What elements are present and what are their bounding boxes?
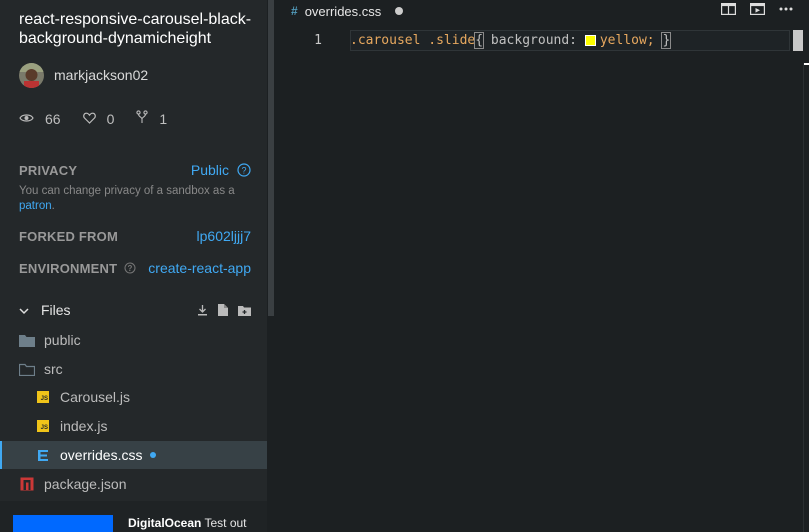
privacy-row: PRIVACY Public ?: [19, 162, 251, 178]
environment-link[interactable]: create-react-app: [148, 260, 251, 276]
privacy-note: You can change privacy of a sandbox as a…: [19, 184, 259, 214]
svg-text:?: ?: [241, 166, 246, 176]
preview-icon[interactable]: [750, 3, 765, 15]
files-header[interactable]: Files: [19, 300, 251, 320]
new-folder-icon[interactable]: [238, 305, 251, 316]
tree-item-label: overrides.css: [60, 447, 143, 463]
css-file-icon: [35, 447, 51, 463]
sidebar-scroll-thumb[interactable]: [268, 0, 274, 316]
privacy-note-end: .: [51, 200, 55, 212]
tree-folder-public[interactable]: public: [0, 326, 267, 354]
avatar: [19, 62, 44, 88]
files-label: Files: [41, 302, 71, 318]
split-view-icon[interactable]: [721, 3, 736, 15]
privacy-value: Public: [190, 162, 229, 178]
code-property: background:: [483, 33, 585, 48]
sponsor-brand: DigitalOcean: [128, 516, 202, 530]
modified-indicator: [150, 452, 157, 458]
svg-text:?: ?: [128, 264, 133, 273]
editor-scroll-mark: [804, 63, 809, 65]
unsaved-dot[interactable]: [395, 7, 403, 15]
patron-link[interactable]: patron: [19, 200, 52, 212]
tree-item-label: index.js: [60, 418, 108, 434]
tree-item-label: package.json: [44, 476, 127, 492]
author-name: markjackson02: [54, 67, 149, 83]
editor-tools: [707, 3, 793, 15]
environment-label-wrap: ENVIRONMENT ?: [19, 261, 136, 276]
author[interactable]: markjackson02: [19, 62, 148, 88]
new-file-icon[interactable]: [218, 304, 228, 316]
privacy-label: PRIVACY: [19, 162, 78, 178]
tab-overrides-css[interactable]: # overrides.css: [276, 0, 413, 22]
tree-file-package-json[interactable]: package.json: [0, 470, 267, 498]
sponsor-copy: Test out: [201, 516, 247, 530]
tree-file-overrides-css[interactable]: overrides.css: [0, 441, 267, 469]
likes-stat[interactable]: 0: [82, 110, 115, 127]
color-swatch[interactable]: [584, 35, 596, 46]
code-editor: # overrides.css 1 .carousel .slide{ back…: [276, 0, 809, 532]
sponsor-logo: [13, 515, 113, 532]
views-stat: 66: [19, 111, 61, 127]
more-options-icon[interactable]: [779, 7, 793, 11]
privacy-note-text: You can change privacy of a sandbox as a: [19, 185, 235, 197]
js-file-icon: JS: [35, 389, 51, 405]
js-file-icon: JS: [35, 418, 51, 434]
privacy-select[interactable]: Public ?: [191, 162, 251, 178]
folder-open-icon: [19, 361, 35, 377]
folder-icon: [19, 332, 35, 348]
tree-folder-src[interactable]: src: [0, 355, 267, 383]
tab-filename: overrides.css: [304, 3, 382, 19]
files-toggle[interactable]: Files: [19, 302, 71, 318]
npm-icon: [19, 476, 35, 492]
tree-file-index-js[interactable]: JS index.js: [0, 412, 267, 440]
views-count: 66: [45, 110, 61, 127]
stats: 66 0 1: [19, 110, 189, 127]
sidebar-scrollbar[interactable]: [267, 0, 276, 532]
heart-icon: [82, 111, 107, 127]
code-content[interactable]: .carousel .slide{ background: yellow; }: [350, 32, 672, 49]
help-icon[interactable]: ?: [124, 262, 136, 274]
download-icon[interactable]: [197, 304, 208, 316]
sponsor-banner[interactable]: DigitalOcean Test out: [0, 501, 267, 532]
tree-item-label: Carousel.js: [60, 389, 131, 405]
forks-count: 1: [159, 110, 168, 127]
sidebar: react-responsive-carousel-black-backgrou…: [0, 0, 267, 532]
editor-scroll-indicator[interactable]: [793, 30, 803, 51]
tab-bar: # overrides.css: [276, 0, 809, 22]
tree-item-label: public: [44, 332, 81, 348]
environment-label: ENVIRONMENT: [19, 260, 118, 276]
code-brace-open: {: [474, 32, 485, 49]
forks-stat[interactable]: 1: [136, 110, 167, 127]
sandbox-title: react-responsive-carousel-black-backgrou…: [19, 11, 252, 47]
css-hash-icon: #: [291, 4, 298, 18]
environment-row: ENVIRONMENT ? create-react-app: [19, 260, 251, 276]
help-icon[interactable]: ?: [237, 163, 251, 177]
eye-icon: [19, 111, 45, 127]
code-selector: .slide: [428, 33, 476, 48]
editor-scrollbar[interactable]: [803, 63, 809, 532]
tree-file-carousel-js[interactable]: JS Carousel.js: [0, 383, 267, 411]
sponsor-text: DigitalOcean Test out: [128, 516, 247, 530]
code-line-1[interactable]: 1 .carousel .slide{ background: yellow; …: [276, 30, 809, 51]
code-selector: .carousel: [350, 33, 421, 48]
code-brace-close: }: [661, 32, 672, 49]
fork-icon: [136, 110, 159, 127]
line-number: 1: [314, 33, 322, 48]
tree-item-label: src: [44, 361, 63, 377]
forked-from-row: FORKED FROM lp602ljjj7: [19, 228, 251, 244]
code-value: yellow;: [599, 33, 655, 48]
forked-from-link[interactable]: lp602ljjj7: [197, 228, 251, 244]
likes-count: 0: [106, 110, 115, 127]
files-tools: [187, 304, 251, 316]
forked-from-label: FORKED FROM: [19, 228, 118, 244]
chevron-down-icon: [19, 302, 41, 318]
